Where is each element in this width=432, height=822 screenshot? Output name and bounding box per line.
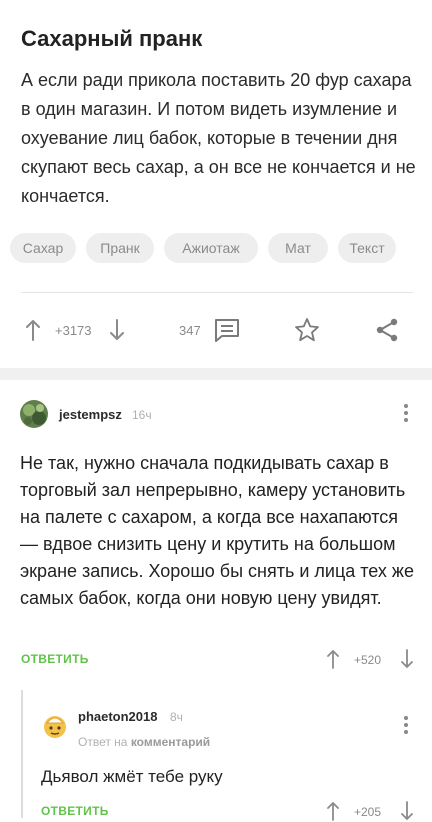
post-rating: +3173 <box>55 323 92 338</box>
arrow-up-icon <box>327 650 339 669</box>
comment-upvote-button[interactable] <box>323 648 343 670</box>
comment: jestempsz 16ч Не так, нужно сначала подк… <box>0 380 432 821</box>
comment-downvote-button[interactable] <box>397 648 417 670</box>
avatar[interactable] <box>20 400 48 428</box>
reply-avatar[interactable] <box>41 711 69 739</box>
comments-icon <box>215 319 239 342</box>
reply-to-prefix: Ответ на <box>78 735 128 749</box>
tag-list: Сахар Пранк Ажиотаж Мат Текст <box>10 233 430 265</box>
thread-line[interactable] <box>21 690 23 818</box>
reply-to-link[interactable]: комментарий <box>131 735 210 749</box>
post-title[interactable]: Сахарный пранк <box>21 26 202 52</box>
arrow-down-icon <box>401 801 413 820</box>
section-separator <box>0 368 432 380</box>
reply-menu-button[interactable] <box>403 716 409 736</box>
save-button[interactable] <box>292 315 322 345</box>
reply-upvote-button[interactable] <box>323 800 343 822</box>
tag-sugar[interactable]: Сахар <box>10 233 76 263</box>
arrow-up-icon <box>327 802 339 821</box>
reply-username[interactable]: phaeton2018 <box>78 709 157 724</box>
arrow-up-icon <box>26 320 40 341</box>
post-body: А если ради прикола поставить 20 фур сах… <box>21 70 416 206</box>
comment-username[interactable]: jestempsz <box>59 407 122 422</box>
upvote-button[interactable] <box>22 316 44 344</box>
reply-time: 8ч <box>170 710 183 724</box>
reply-reply-button[interactable]: ОТВЕТИТЬ <box>41 804 109 818</box>
arrow-down-icon <box>401 649 413 668</box>
divider <box>21 292 413 293</box>
comments-count: 347 <box>179 323 201 338</box>
star-icon <box>295 318 319 342</box>
comment-text: Не так, нужно сначала подкидывать сахар … <box>20 453 414 608</box>
more-icon <box>403 404 409 422</box>
avatar-image <box>44 716 66 738</box>
post-card: Сахарный пранк А если ради прикола поста… <box>0 0 432 368</box>
avatar-image <box>20 400 48 428</box>
post-actions: +3173 347 <box>0 312 432 348</box>
reply-button[interactable]: ОТВЕТИТЬ <box>21 652 89 666</box>
tag-mat[interactable]: Мат <box>268 233 328 263</box>
share-icon <box>376 318 398 342</box>
reply-text: Дьявол жмёт тебе руку <box>41 767 223 786</box>
reply-downvote-button[interactable] <box>397 800 417 822</box>
comment-menu-button[interactable] <box>403 404 409 424</box>
downvote-button[interactable] <box>106 316 128 344</box>
tag-rush[interactable]: Ажиотаж <box>164 233 258 263</box>
comment-time: 16ч <box>132 408 152 422</box>
share-button[interactable] <box>372 315 402 345</box>
tag-text[interactable]: Текст <box>338 233 396 263</box>
comments-button[interactable] <box>212 316 242 344</box>
reply-to-line: Ответ на комментарий <box>78 735 210 749</box>
reply-rating: +205 <box>354 805 382 819</box>
comment-rating: +520 <box>354 653 382 667</box>
arrow-down-icon <box>110 319 124 340</box>
tag-prank[interactable]: Пранк <box>86 233 154 263</box>
more-icon <box>403 716 409 734</box>
